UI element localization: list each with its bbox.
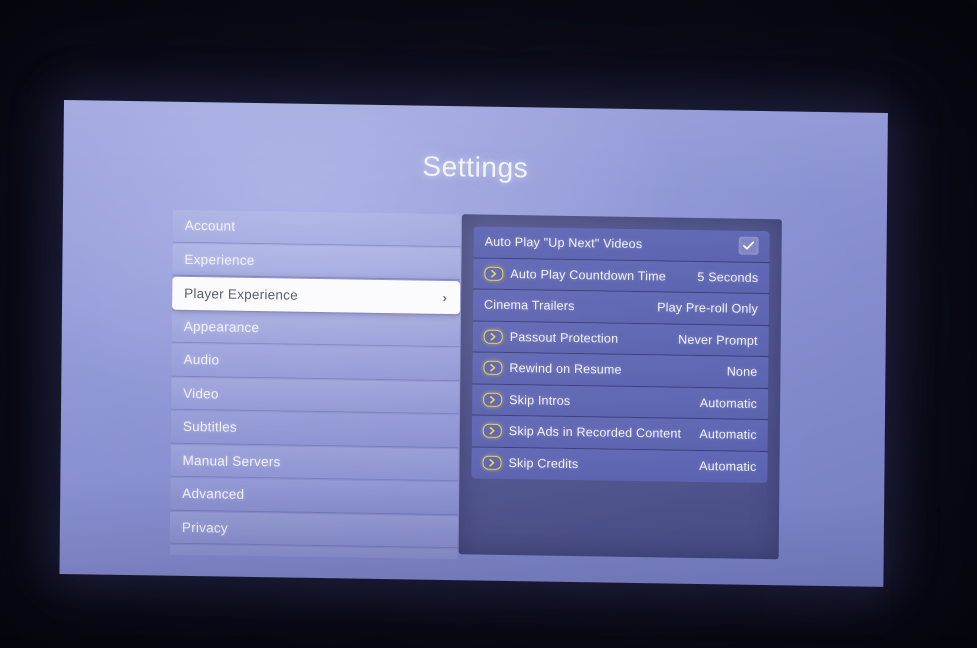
setting-row[interactable]: Passout Protection Never Prompt: [472, 320, 769, 358]
screen-surface: Settings Account Experience Player Experie…: [59, 100, 888, 587]
sidebar-item-label: Video: [183, 385, 219, 402]
plex-pass-badge-icon: [482, 455, 502, 471]
setting-row[interactable]: Auto Play Countdown Time 5 Seconds: [473, 257, 770, 295]
settings-detail-panel: Auto Play "Up Next" Videos Auto Play Coun…: [458, 214, 782, 560]
sidebar-item-label: Privacy: [181, 519, 228, 536]
sidebar-item-label: Account: [184, 218, 236, 234]
setting-row[interactable]: Auto Play "Up Next" Videos: [473, 226, 770, 263]
sidebar-item-label: Experience: [184, 251, 255, 268]
setting-row-value: Never Prompt: [678, 332, 758, 348]
sidebar-item-experience[interactable]: Experience: [172, 243, 461, 281]
setting-row[interactable]: Skip Ads in Recorded Content Automatic: [471, 415, 768, 452]
sidebar-item-label: Subtitles: [182, 419, 237, 435]
sidebar-item-label: Appearance: [183, 318, 260, 335]
settings-sidebar[interactable]: Account Experience Player Experience › Appea…: [169, 209, 461, 560]
plex-settings-screen: Settings Account Experience Player Experie…: [59, 100, 888, 587]
sidebar-item-manual-servers[interactable]: Manual Servers: [170, 444, 459, 482]
setting-row-label: Auto Play Countdown Time: [510, 266, 666, 284]
sidebar-item-label: Manual Servers: [182, 452, 281, 470]
setting-row-value: Automatic: [699, 427, 757, 443]
plex-pass-badge-icon: [483, 392, 503, 407]
sidebar-item-audio[interactable]: Audio: [171, 343, 460, 381]
sidebar-item-label: Advanced: [182, 486, 245, 503]
setting-row[interactable]: Rewind on Resume None: [472, 352, 769, 389]
setting-row-label: Rewind on Resume: [509, 361, 622, 378]
setting-row[interactable]: Skip Credits Automatic: [471, 446, 768, 484]
plex-pass-badge-icon: [484, 266, 504, 281]
setting-row[interactable]: Skip Intros Automatic: [471, 383, 769, 421]
sidebar-item-appearance[interactable]: Appearance: [171, 310, 460, 348]
sidebar-item-label: Player Experience: [184, 285, 299, 303]
sidebar-item-advanced[interactable]: Advanced: [170, 477, 459, 515]
sidebar-item-subtitles[interactable]: Subtitles: [170, 410, 459, 448]
sidebar-item-video[interactable]: Video: [171, 377, 460, 415]
setting-row[interactable]: Cinema Trailers Play Pre-roll Only: [472, 289, 770, 326]
setting-row-label: Passout Protection: [509, 329, 619, 346]
setting-row-value: 5 Seconds: [697, 269, 759, 285]
checkbox-checked[interactable]: [738, 236, 759, 256]
setting-row-label: Skip Credits: [508, 456, 579, 472]
setting-row-value: Play Pre-roll Only: [657, 300, 759, 317]
photo-of-tv-screen: Settings Account Experience Player Experie…: [0, 0, 977, 648]
plex-pass-badge-icon: [483, 360, 503, 376]
sidebar-item-player-experience[interactable]: Player Experience ›: [171, 276, 461, 314]
setting-row-value: None: [726, 364, 758, 380]
setting-row-label: Auto Play "Up Next" Videos: [484, 234, 643, 252]
setting-row-label: Cinema Trailers: [483, 297, 575, 314]
settings-rows-list: Auto Play "Up Next" Videos Auto Play Coun…: [471, 226, 770, 484]
sidebar-item-account[interactable]: Account: [172, 209, 461, 247]
setting-row-label: Skip Intros: [509, 392, 571, 408]
setting-row-value: Automatic: [699, 459, 757, 475]
plex-pass-badge-icon: [483, 329, 503, 344]
setting-row-value: Automatic: [699, 395, 758, 411]
sidebar-item-label: Audio: [183, 352, 220, 368]
setting-row-spacer: [642, 244, 738, 246]
chevron-right-icon: ›: [442, 289, 448, 305]
page-title: Settings: [422, 150, 529, 184]
plex-pass-badge-icon: [482, 423, 502, 439]
sidebar-item-privacy[interactable]: Privacy: [169, 511, 459, 549]
setting-row-label: Skip Ads in Recorded Content: [508, 424, 682, 441]
